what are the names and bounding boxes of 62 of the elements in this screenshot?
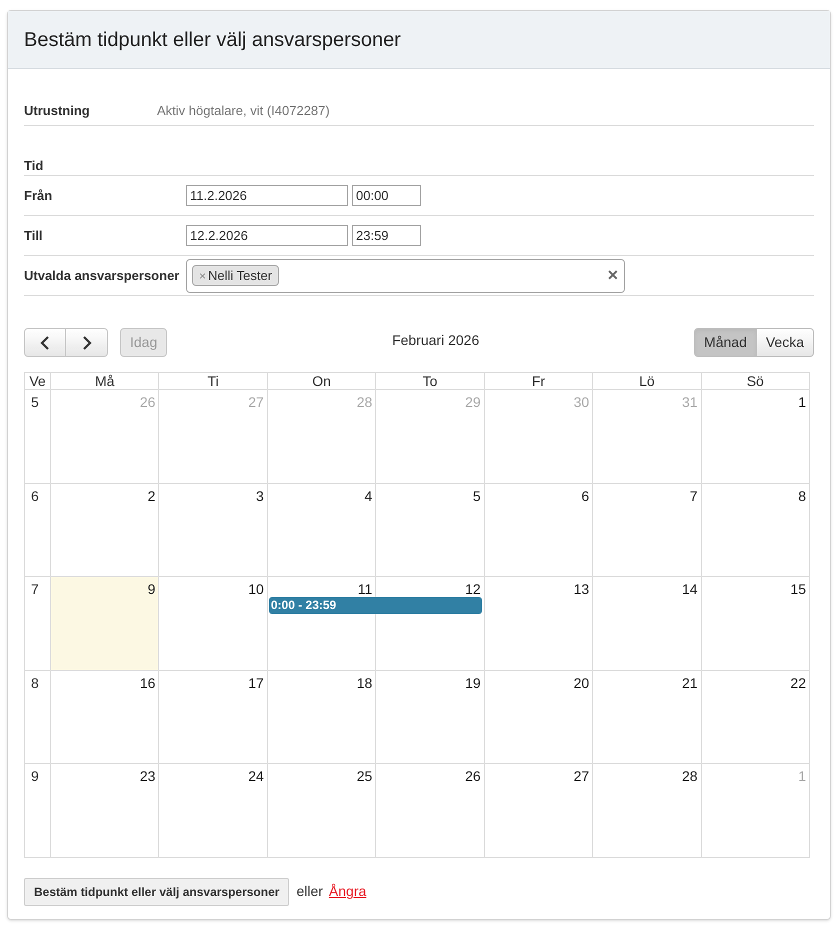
day-cell[interactable]: 13 xyxy=(484,576,592,670)
day-cell[interactable]: 24 xyxy=(158,763,267,857)
day-cell[interactable]: 20 xyxy=(484,670,592,764)
month-title: Februari 2026 xyxy=(392,331,480,350)
column-header: Ti xyxy=(158,372,267,389)
column-header: Ve xyxy=(24,372,50,389)
field-label: Utvalda ansvarspersoner xyxy=(24,266,180,285)
week-number: 8 xyxy=(24,670,50,764)
day-cell[interactable]: 16 xyxy=(50,670,158,764)
chevron-left-icon xyxy=(40,336,50,350)
day-cell[interactable]: 10 xyxy=(158,576,267,670)
day-cell[interactable]: 7 xyxy=(592,482,701,576)
day-cell[interactable]: 8 xyxy=(700,482,809,576)
time-field[interactable]: 00:00 xyxy=(352,185,421,206)
day-cell[interactable]: 23 xyxy=(50,763,158,857)
day-cell[interactable]: 6 xyxy=(484,482,592,576)
day-cell[interactable]: 25 xyxy=(266,763,376,857)
calendar-event[interactable]: 0:00 - 23:59 xyxy=(268,597,482,614)
day-cell[interactable]: 27 xyxy=(484,763,592,857)
previous-button[interactable] xyxy=(24,328,66,357)
field-label: Från xyxy=(24,186,54,205)
cancel-link[interactable]: Ångra xyxy=(328,881,366,902)
day-cell[interactable]: 17 xyxy=(158,670,267,764)
column-header: Må xyxy=(50,372,158,389)
dialog-title: Bestäm tidpunkt eller välj ansvarspersoner xyxy=(24,28,401,52)
field-label: Utrustning xyxy=(24,102,91,120)
day-cell[interactable]: 26 xyxy=(375,763,484,857)
view-tab[interactable]: Månad xyxy=(694,328,757,357)
equipment-value: Aktiv högtalare, vit (I4072287) xyxy=(157,102,330,120)
day-cell[interactable]: 9 xyxy=(50,576,158,670)
day-cell[interactable]: 21 xyxy=(592,670,701,764)
week-number: 9 xyxy=(24,763,50,857)
day-cell[interactable]: 4 xyxy=(266,482,376,576)
column-header: On xyxy=(266,372,376,389)
view-tab[interactable]: Vecka xyxy=(756,328,814,357)
column-header: To xyxy=(375,372,484,389)
or-text: eller xyxy=(296,882,323,902)
chevron-right-icon xyxy=(82,336,92,350)
day-cell[interactable]: 5 xyxy=(375,482,484,576)
next-button[interactable] xyxy=(66,328,108,357)
date-field[interactable]: 12.2.2026 xyxy=(186,225,348,246)
day-cell[interactable]: 22 xyxy=(700,670,809,764)
day-cell[interactable]: 18 xyxy=(266,670,376,764)
day-cell[interactable]: 1 xyxy=(700,389,809,483)
section-heading: Tid xyxy=(24,156,44,175)
week-number: 6 xyxy=(24,482,50,576)
week-number: 5 xyxy=(24,389,50,483)
day-cell[interactable]: 14 xyxy=(592,576,701,670)
day-cell[interactable]: 3 xyxy=(158,482,267,576)
day-cell[interactable]: 28 xyxy=(592,763,701,857)
day-cell[interactable]: 15 xyxy=(700,576,809,670)
column-header: Lö xyxy=(592,372,701,389)
column-header: Fr xyxy=(484,372,592,389)
submit-button[interactable]: Bestäm tidpunkt eller välj ansvarspersoner xyxy=(24,878,290,906)
day-cell[interactable]: 19 xyxy=(375,670,484,764)
column-header: Sö xyxy=(700,372,809,389)
date-field[interactable]: 11.2.2026 xyxy=(186,185,348,206)
person-select-field[interactable]: ×Nelli Tester ✕ xyxy=(186,258,625,292)
time-field[interactable]: 23:59 xyxy=(352,225,421,246)
tag-label: Nelli Tester xyxy=(208,266,272,285)
field-label: Till xyxy=(24,226,44,245)
clear-button[interactable]: ✕ xyxy=(607,265,619,286)
